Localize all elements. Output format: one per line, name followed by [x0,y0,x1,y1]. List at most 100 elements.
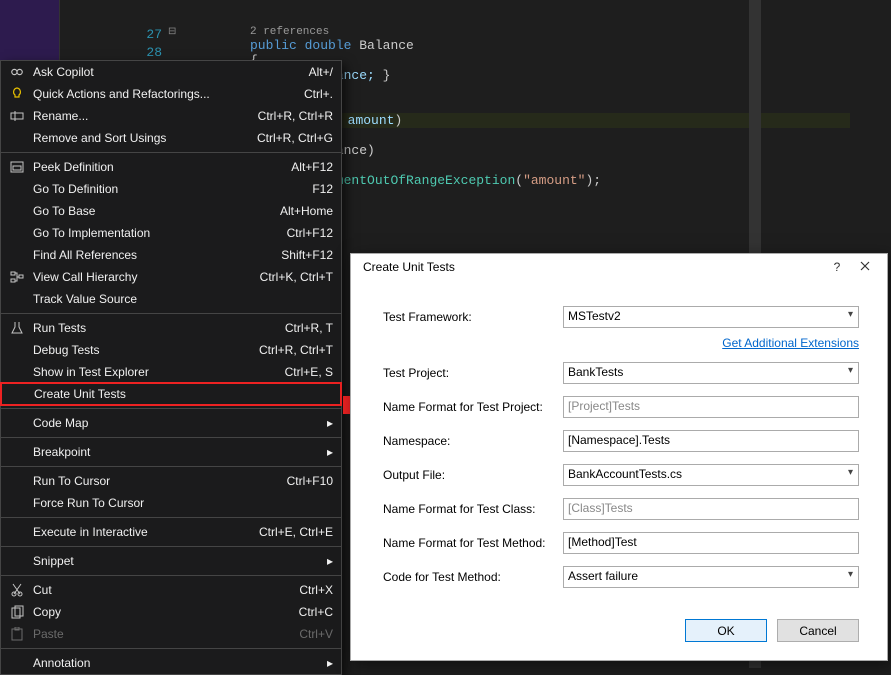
menu-label: Cut [29,583,299,597]
flask-icon [5,321,29,335]
input-name-fmt-method[interactable]: [Method]Test [563,532,859,554]
menu-shortcut: F12 [312,182,333,196]
menu-goto-base[interactable]: Go To Base Alt+Home [1,200,341,222]
label-code-test-method: Code for Test Method: [383,570,563,584]
label-test-framework: Test Framework: [383,310,563,324]
label-name-fmt-project: Name Format for Test Project: [383,400,563,414]
codelens[interactable]: 2 references [250,26,329,38]
dialog-titlebar: Create Unit Tests ? [351,254,887,280]
menu-label: Paste [29,627,299,641]
menu-label: Quick Actions and Refactorings... [29,87,304,101]
separator [1,466,341,467]
menu-label: Find All References [29,248,281,262]
select-code-test-method[interactable]: Assert failure [563,566,859,588]
menu-shortcut: Ctrl+R, Ctrl+G [257,131,333,145]
select-output-file[interactable]: BankAccountTests.cs [563,464,859,486]
hierarchy-icon [5,271,29,283]
menu-label: Ask Copilot [29,65,309,79]
menu-shortcut: Ctrl+E, Ctrl+E [259,525,333,539]
menu-remove-sort-usings[interactable]: Remove and Sort Usings Ctrl+R, Ctrl+G [1,127,341,149]
menu-label: Rename... [29,109,258,123]
menu-label: Execute in Interactive [29,525,259,539]
rename-icon [5,110,29,122]
menu-peek-definition[interactable]: Peek Definition Alt+F12 [1,156,341,178]
create-unit-tests-dialog: Create Unit Tests ? Test Framework: MSTe… [350,253,888,661]
help-button[interactable]: ? [823,260,851,274]
chevron-right-icon: ▸ [327,554,333,568]
menu-snippet[interactable]: Snippet ▸ [1,550,341,572]
menu-force-run-to-cursor[interactable]: Force Run To Cursor [1,492,341,514]
menu-track-value-source[interactable]: Track Value Source [1,288,341,310]
label-namespace: Namespace: [383,434,563,448]
select-test-framework[interactable]: MSTestv2 [563,306,859,328]
menu-code-map[interactable]: Code Map ▸ [1,412,341,434]
menu-shortcut: Ctrl+E, S [285,365,333,379]
menu-label: Peek Definition [29,160,291,174]
menu-label: Show in Test Explorer [29,365,285,379]
chevron-right-icon: ▸ [327,445,333,459]
menu-run-to-cursor[interactable]: Run To Cursor Ctrl+F10 [1,470,341,492]
fold-icon[interactable]: ⊟ [168,26,176,38]
input-namespace[interactable]: [Namespace].Tests [563,430,859,452]
menu-ask-copilot[interactable]: Ask Copilot Alt+/ [1,61,341,83]
peek-icon [5,161,29,173]
menu-execute-interactive[interactable]: Execute in Interactive Ctrl+E, Ctrl+E [1,521,341,543]
label-name-fmt-method: Name Format for Test Method: [383,536,563,550]
menu-shortcut: Alt+/ [309,65,333,79]
menu-create-unit-tests[interactable]: Create Unit Tests [0,382,342,406]
menu-shortcut: Ctrl+C [299,605,333,619]
close-button[interactable] [851,260,879,274]
cancel-button[interactable]: Cancel [777,619,859,642]
separator [1,648,341,649]
menu-shortcut: Ctrl+R, Ctrl+R [258,109,333,123]
separator [1,408,341,409]
menu-debug-tests[interactable]: Debug Tests Ctrl+R, Ctrl+T [1,339,341,361]
menu-rename[interactable]: Rename... Ctrl+R, Ctrl+R [1,105,341,127]
select-test-project[interactable]: BankTests [563,362,859,384]
copilot-icon [5,65,29,79]
link-additional-extensions[interactable]: Get Additional Extensions [722,336,859,350]
dialog-title: Create Unit Tests [363,260,823,274]
separator [1,575,341,576]
menu-shortcut: Ctrl+R, Ctrl+T [259,343,333,357]
menu-shortcut: Ctrl+R, T [285,321,333,335]
menu-show-test-explorer[interactable]: Show in Test Explorer Ctrl+E, S [1,361,341,383]
menu-label: Create Unit Tests [30,387,332,401]
menu-goto-implementation[interactable]: Go To Implementation Ctrl+F12 [1,222,341,244]
input-name-fmt-project[interactable]: [Project]Tests [563,396,859,418]
menu-shortcut: Alt+Home [280,204,333,218]
menu-label: Run Tests [29,321,285,335]
input-name-fmt-class[interactable]: [Class]Tests [563,498,859,520]
menu-label: View Call Hierarchy [29,270,260,284]
menu-label: Code Map [29,416,321,430]
menu-label: Force Run To Cursor [29,496,333,510]
dialog-body: Test Framework: MSTestv2 Get Additional … [351,280,887,619]
menu-label: Copy [29,605,299,619]
label-output-file: Output File: [383,468,563,482]
menu-copy[interactable]: Copy Ctrl+C [1,601,341,623]
menu-label: Debug Tests [29,343,259,357]
menu-shortcut: Ctrl+. [304,87,333,101]
separator [1,437,341,438]
menu-label: Go To Definition [29,182,312,196]
menu-shortcut: Ctrl+K, Ctrl+T [260,270,333,284]
lightbulb-icon [5,87,29,101]
menu-quick-actions[interactable]: Quick Actions and Refactorings... Ctrl+. [1,83,341,105]
menu-cut[interactable]: Cut Ctrl+X [1,579,341,601]
menu-label: Breakpoint [29,445,321,459]
separator [1,517,341,518]
menu-goto-definition[interactable]: Go To Definition F12 [1,178,341,200]
menu-run-tests[interactable]: Run Tests Ctrl+R, T [1,317,341,339]
menu-label: Go To Implementation [29,226,287,240]
menu-label: Run To Cursor [29,474,287,488]
menu-annotation[interactable]: Annotation ▸ [1,652,341,674]
ok-button[interactable]: OK [685,619,767,642]
context-menu: Ask Copilot Alt+/ Quick Actions and Refa… [0,60,342,675]
menu-view-call-hierarchy[interactable]: View Call Hierarchy Ctrl+K, Ctrl+T [1,266,341,288]
line-number: 27 [60,26,180,44]
separator [1,313,341,314]
menu-breakpoint[interactable]: Breakpoint ▸ [1,441,341,463]
paste-icon [5,627,29,641]
label-test-project: Test Project: [383,366,563,380]
menu-find-references[interactable]: Find All References Shift+F12 [1,244,341,266]
